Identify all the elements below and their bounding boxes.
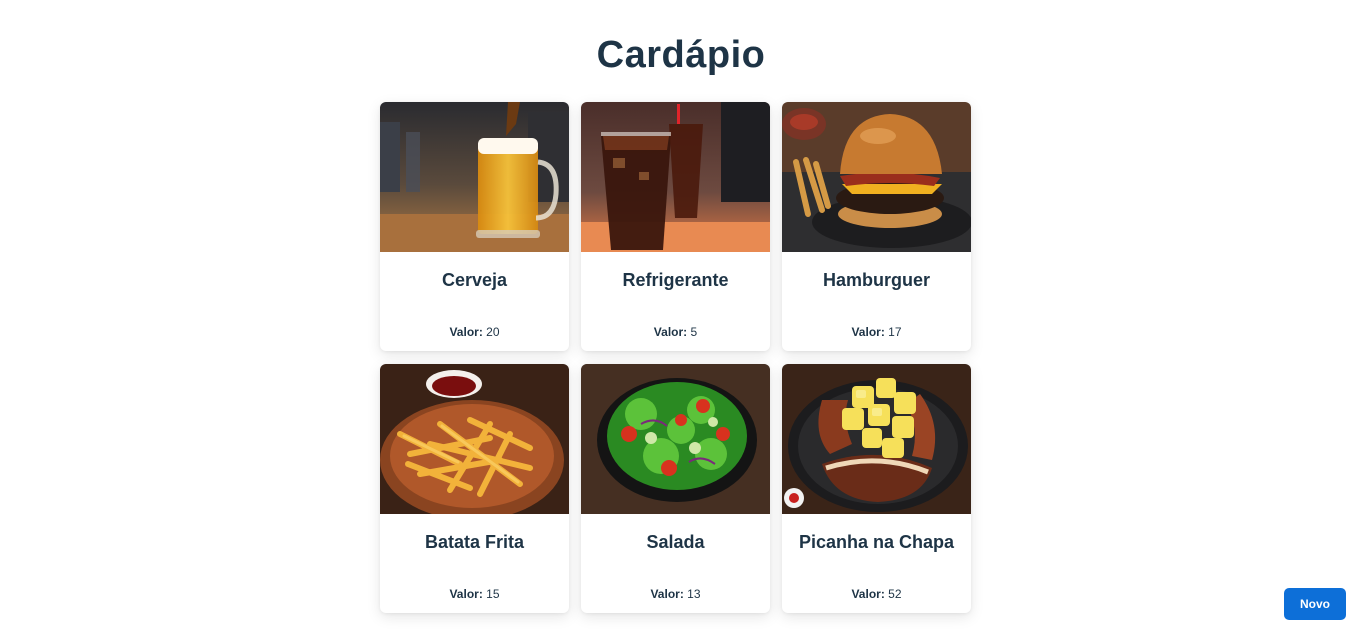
menu-card[interactable]: Picanha na Chapa Valor: 52 [782,364,971,613]
beer-image [380,102,569,252]
price-label: Valor: [653,325,688,339]
soda-image [581,102,770,252]
price-label: Valor: [449,587,483,601]
item-name: Cerveja [441,270,508,290]
menu-card[interactable]: Salada Valor: 13 [581,364,770,613]
item-price: Valor: 52 [782,587,971,601]
price-label: Valor: [851,587,885,601]
menu-card[interactable]: Hamburguer Valor: 17 [782,102,971,351]
price-value: 20 [486,325,500,339]
item-price: Valor: 20 [380,325,569,339]
burger-image [782,102,971,252]
fries-image [380,364,569,514]
picanha-image [782,364,971,514]
item-name: Batata Frita [424,532,525,552]
menu-card[interactable]: Refrigerante Valor: 5 [581,102,770,351]
item-price: Valor: 13 [581,587,770,601]
menu-grid: Cerveja Valor: 20 Refrigerante Valor: 5 [380,102,971,613]
item-price: Valor: 5 [581,325,770,339]
price-value: 5 [690,325,698,339]
menu-card[interactable]: Cerveja Valor: 20 [380,102,569,351]
item-name: Hamburguer [822,270,930,290]
item-name: Picanha na Chapa [798,532,955,552]
price-label: Valor: [449,325,483,339]
new-item-button[interactable]: Novo [1284,588,1346,620]
item-price: Valor: 15 [380,587,569,601]
price-value: 13 [687,587,701,601]
price-value: 52 [888,587,902,601]
salad-image [581,364,770,514]
price-label: Valor: [650,587,684,601]
price-value: 17 [888,325,902,339]
menu-card[interactable]: Batata Frita Valor: 15 [380,364,569,613]
item-price: Valor: 17 [782,325,971,339]
price-value: 15 [486,587,500,601]
item-name: Salada [646,532,705,552]
item-name: Refrigerante [622,270,729,290]
page-title: Cardápio [596,34,766,76]
price-label: Valor: [851,325,885,339]
